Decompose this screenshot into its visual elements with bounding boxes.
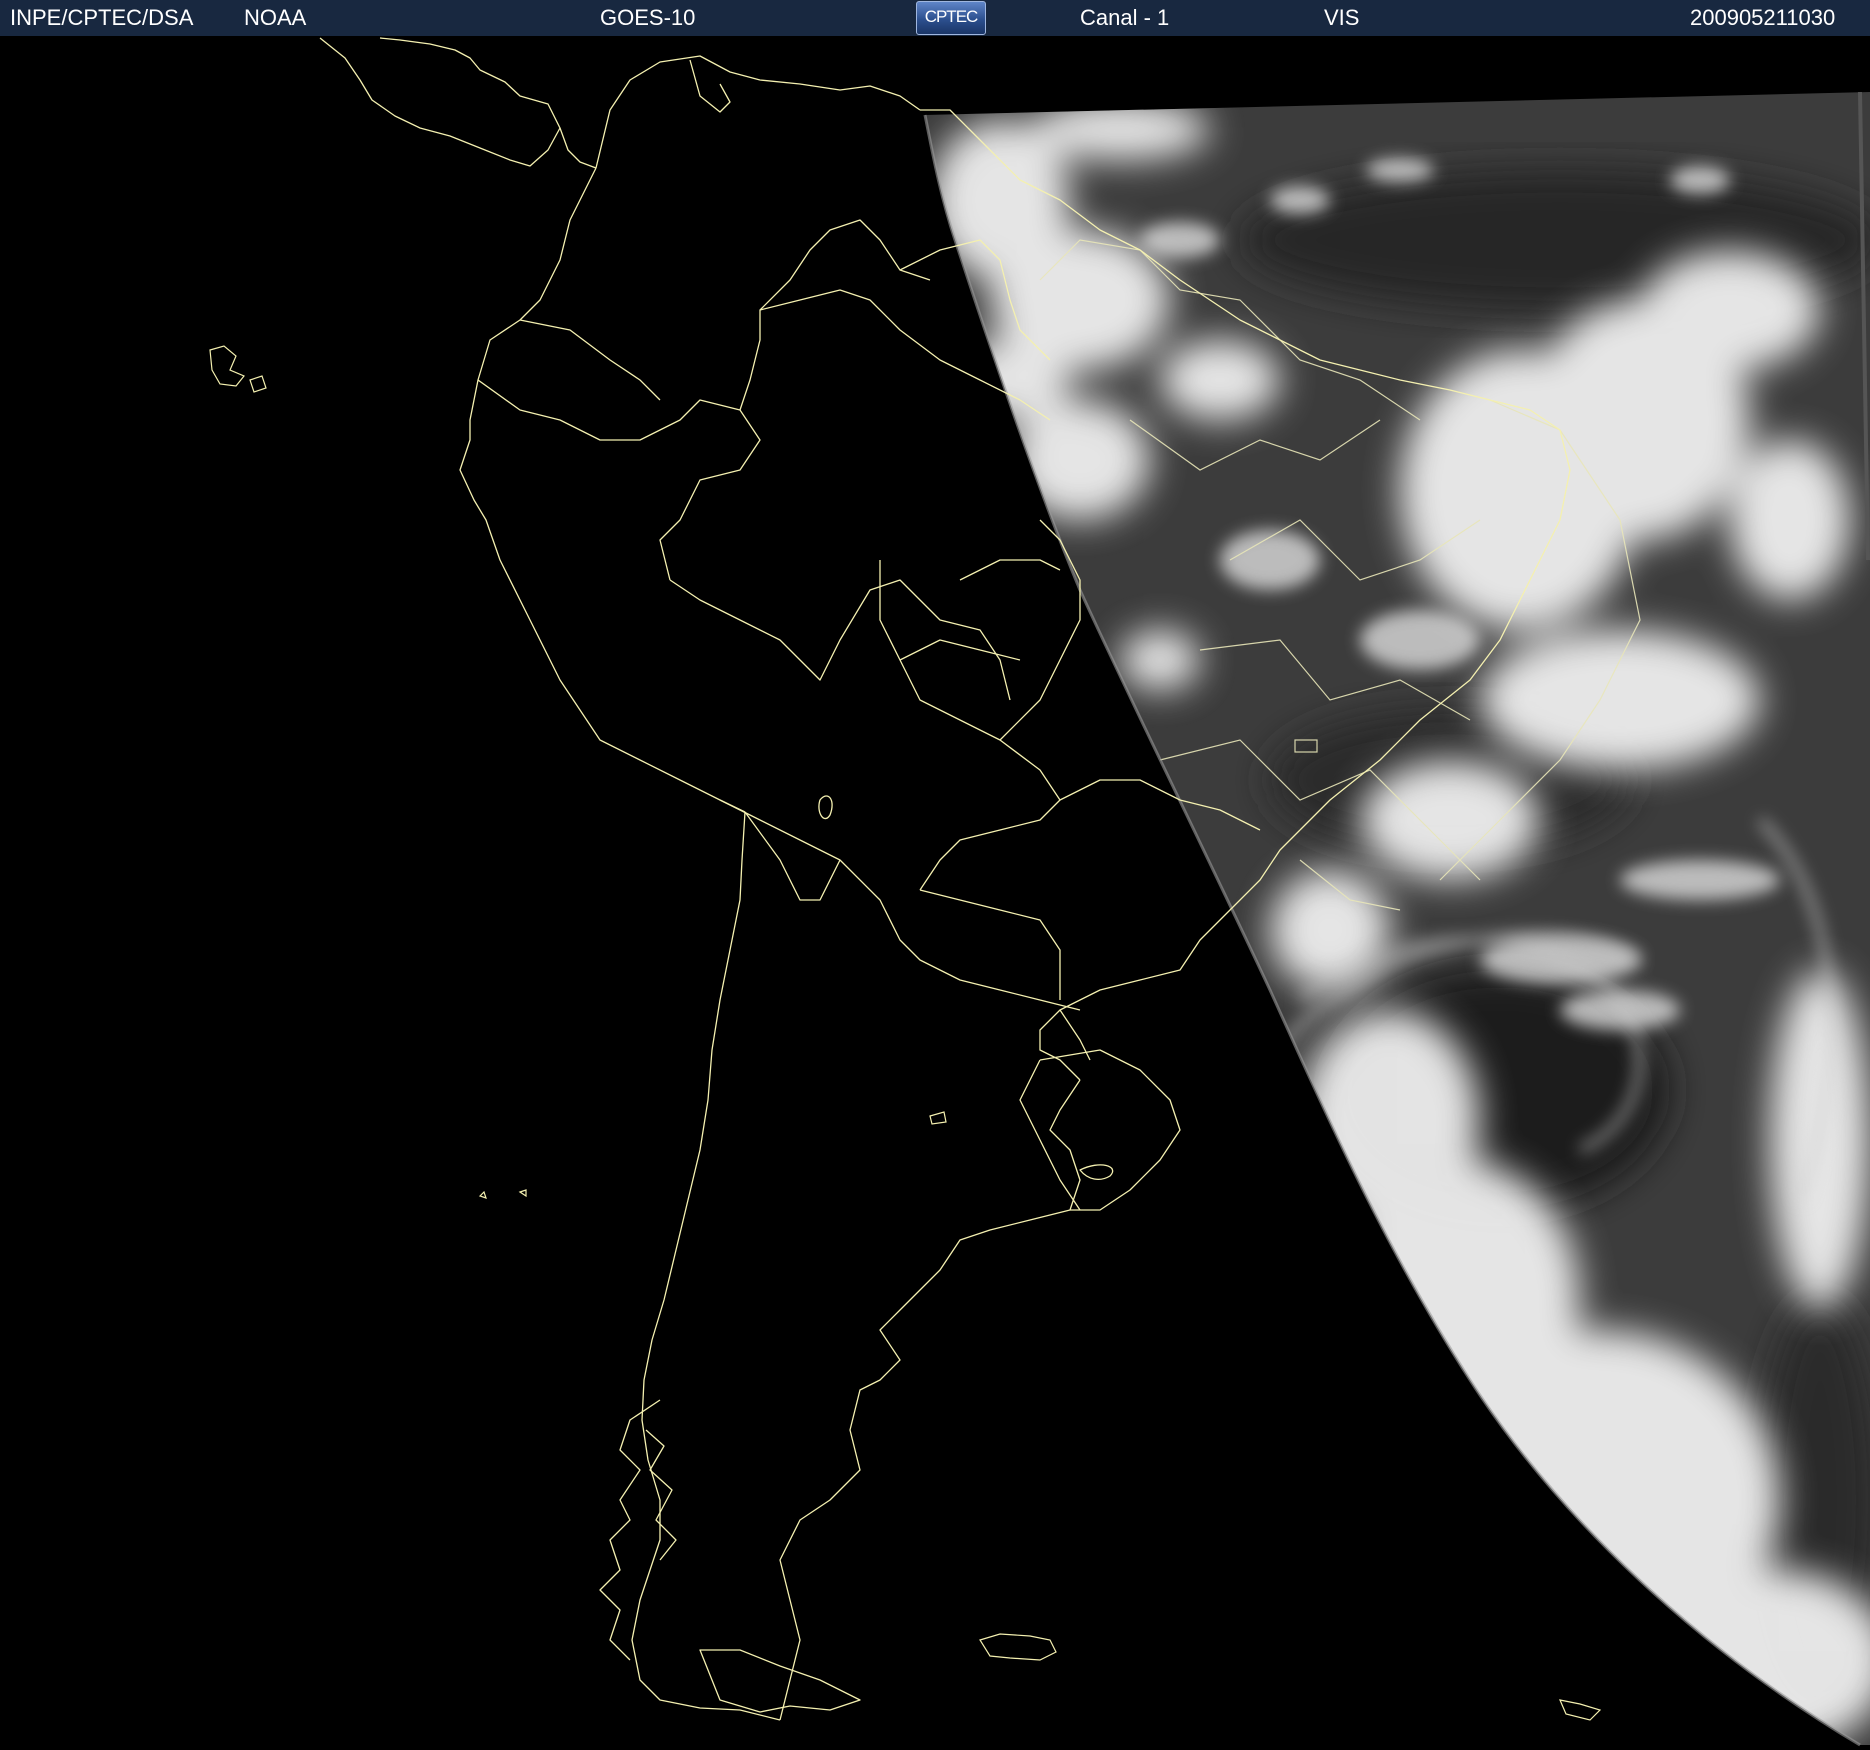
satellite-label: GOES-10 (600, 5, 696, 30)
agency-label: NOAA (244, 5, 307, 30)
band-label: VIS (1324, 5, 1360, 30)
daylight-imagery (925, 92, 1870, 1745)
timestamp-label: 200905211030 (1690, 5, 1836, 30)
satellite-map (0, 36, 1870, 1750)
cptec-logo: CPTEC (916, 1, 986, 35)
image-header-bar: INPE/CPTEC/DSA NOAA GOES-10 CPTEC Canal … (0, 0, 1870, 37)
institution-label: INPE/CPTEC/DSA (10, 5, 194, 30)
channel-label: Canal - 1 (1080, 5, 1170, 30)
